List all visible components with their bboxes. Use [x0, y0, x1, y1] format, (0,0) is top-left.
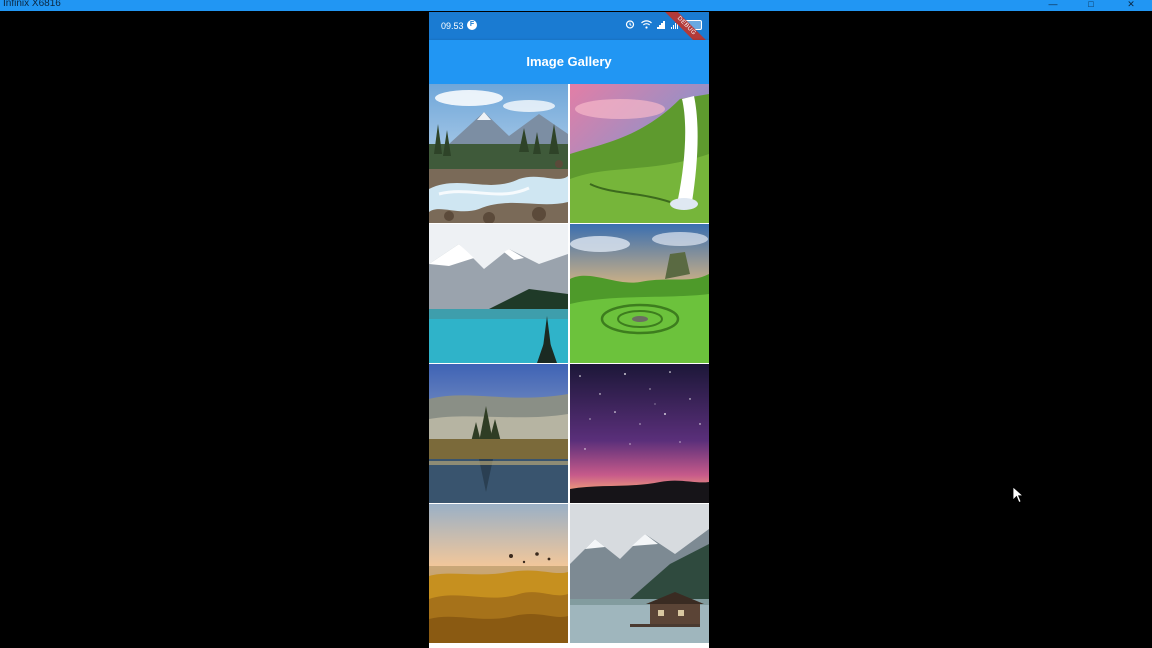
signal-icon [657, 21, 665, 29]
mountain-river-photo[interactable] [429, 84, 568, 223]
app-bar: Image Gallery [429, 40, 709, 84]
mouse-cursor-icon [1012, 486, 1025, 509]
status-bar: 09.53 F DEBUG [429, 12, 709, 62]
maximize-button[interactable]: □ [1082, 0, 1100, 11]
minimize-button[interactable]: — [1044, 0, 1062, 11]
lake-mountains-photo[interactable] [429, 224, 568, 363]
notification-icon: F [467, 20, 477, 30]
app-title: Image Gallery [526, 54, 612, 69]
waterfall-photo[interactable] [570, 84, 709, 223]
close-button[interactable]: ✕ [1122, 0, 1140, 11]
window-title: Infinix X6816 [3, 0, 61, 9]
misty-forest-lake-photo[interactable] [429, 364, 568, 503]
window-title-bar: Infinix X6816 — □ ✕ [0, 0, 1152, 11]
green-valley-photo[interactable] [570, 224, 709, 363]
hot-air-balloons-photo[interactable] [429, 504, 568, 643]
phone-screen: 09.53 F DEBUG Image Gallery [429, 12, 709, 648]
status-time: 09.53 [441, 21, 464, 31]
wifi-icon [640, 19, 652, 31]
starry-sky-photo[interactable] [570, 364, 709, 503]
image-grid [429, 84, 709, 648]
mountain-lake-cabin-photo[interactable] [570, 504, 709, 643]
alarm-icon [625, 19, 635, 31]
